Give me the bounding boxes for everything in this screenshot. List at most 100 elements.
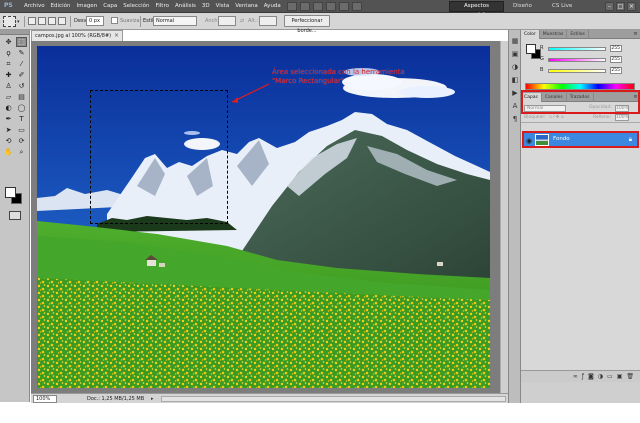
marquee-icon[interactable]: ⬚ bbox=[16, 37, 27, 47]
opacity-input[interactable]: 100% bbox=[615, 105, 629, 112]
paragraph-icon[interactable]: ¶ bbox=[510, 114, 520, 124]
brush-icon[interactable]: ✐ bbox=[16, 70, 27, 80]
tab-color[interactable]: Color bbox=[521, 30, 540, 39]
menu-ayuda[interactable]: Ayuda bbox=[261, 0, 284, 13]
lasso-icon[interactable]: ϙ bbox=[3, 48, 14, 58]
intersect-selection-icon[interactable] bbox=[58, 17, 66, 25]
swap-icon[interactable]: ⇄ bbox=[240, 17, 244, 25]
delete-layer-icon[interactable]: 🗑︎ bbox=[626, 373, 634, 381]
chevron-down-icon[interactable]: ▾ bbox=[17, 19, 20, 25]
adjustment-layer-icon[interactable]: ◑ bbox=[598, 373, 603, 381]
green-slider[interactable] bbox=[548, 58, 606, 62]
status-menu-icon[interactable]: ▸ bbox=[151, 395, 154, 403]
anti-alias-checkbox[interactable] bbox=[111, 17, 118, 24]
blue-slider[interactable] bbox=[548, 69, 606, 73]
3d-camera-icon[interactable]: ⟳ bbox=[16, 136, 27, 146]
menu-capa[interactable]: Capa bbox=[100, 0, 120, 13]
bridge-icon[interactable] bbox=[287, 2, 297, 11]
subtract-selection-icon[interactable] bbox=[48, 17, 56, 25]
width-input[interactable] bbox=[218, 16, 236, 26]
fill-input[interactable]: 100% bbox=[615, 114, 629, 121]
menu-edicion[interactable]: Edición bbox=[48, 0, 74, 13]
menu-imagen[interactable]: Imagen bbox=[73, 0, 100, 13]
horizontal-scrollbar[interactable] bbox=[161, 396, 506, 402]
minimize-icon[interactable]: – bbox=[605, 2, 614, 11]
height-input[interactable] bbox=[259, 16, 277, 26]
mini-bridge-icon[interactable] bbox=[300, 2, 310, 11]
layer-row-fondo[interactable]: ◉ Fondo 🔒︎ bbox=[522, 131, 639, 148]
red-slider[interactable] bbox=[548, 47, 606, 51]
close-icon[interactable]: × bbox=[627, 2, 636, 11]
cs-live-button[interactable]: CS Live bbox=[552, 0, 572, 13]
masks-icon[interactable]: ◧ bbox=[510, 75, 520, 85]
dodge-icon[interactable]: ◯ bbox=[16, 103, 27, 113]
history-brush-icon[interactable]: ↺ bbox=[16, 81, 27, 91]
quick-mask-icon[interactable] bbox=[9, 211, 21, 220]
healing-icon[interactable]: ✚ bbox=[3, 70, 14, 80]
workspace-essentials-button[interactable]: Aspectos esenciales bbox=[449, 1, 504, 18]
tab-layers[interactable]: Capas bbox=[521, 93, 542, 102]
type-icon[interactable]: T bbox=[16, 114, 27, 124]
tab-styles[interactable]: Estilos bbox=[567, 30, 589, 39]
pen-icon[interactable]: ✒ bbox=[3, 114, 14, 124]
menu-archivo[interactable]: Archivo bbox=[21, 0, 48, 13]
menu-3d[interactable]: 3D bbox=[199, 0, 213, 13]
color-spectrum-bar[interactable] bbox=[525, 83, 635, 90]
zoom-level-field[interactable]: 100% bbox=[33, 395, 57, 403]
tab-paths[interactable]: Trazados bbox=[567, 93, 594, 102]
panel-menu-icon[interactable]: ≡ bbox=[631, 93, 640, 101]
tab-channels[interactable]: Canales bbox=[542, 93, 567, 102]
new-layer-icon[interactable]: ▣ bbox=[617, 373, 623, 381]
vertical-scrollbar[interactable] bbox=[500, 41, 508, 393]
character-icon[interactable]: A bbox=[510, 101, 520, 111]
zoom-level-icon[interactable] bbox=[313, 2, 323, 11]
refine-edge-button[interactable]: Perfeccionar borde... bbox=[284, 15, 330, 34]
tab-swatches[interactable]: Muestras bbox=[540, 30, 568, 39]
hand-icon[interactable]: ✋ bbox=[3, 147, 14, 157]
photo-canvas[interactable]: Área seleccionada con la herramienta "Ma… bbox=[37, 46, 490, 388]
close-icon[interactable]: × bbox=[114, 31, 119, 41]
blue-value[interactable]: 255 bbox=[610, 67, 622, 74]
gradient-icon[interactable]: ▤ bbox=[16, 92, 27, 102]
menu-seleccion[interactable]: Selección bbox=[120, 0, 152, 13]
layer-style-icon[interactable]: ƒ bbox=[582, 373, 584, 381]
quick-select-icon[interactable]: ✎ bbox=[16, 48, 27, 58]
move-icon[interactable]: ✥ bbox=[3, 37, 14, 47]
blur-icon[interactable]: ◐ bbox=[3, 103, 14, 113]
new-group-icon[interactable]: ▭ bbox=[607, 373, 613, 381]
crop-icon[interactable]: ⌗ bbox=[3, 59, 14, 69]
panel-menu-icon[interactable]: ≡ bbox=[631, 30, 640, 38]
maximize-icon[interactable]: □ bbox=[616, 2, 625, 11]
green-value[interactable]: 255 bbox=[610, 56, 622, 63]
adjustments-icon[interactable]: ◑ bbox=[510, 62, 520, 72]
eye-icon[interactable]: ◉ bbox=[526, 137, 532, 145]
arrange-documents-icon[interactable] bbox=[339, 2, 349, 11]
foreground-color-swatch[interactable] bbox=[526, 44, 536, 54]
menu-vista[interactable]: Vista bbox=[213, 0, 233, 13]
new-selection-icon[interactable] bbox=[28, 17, 36, 25]
document-tab[interactable]: campos.jpg al 100% (RGB/8#) × bbox=[31, 30, 123, 41]
marquee-tool-preset-icon[interactable] bbox=[3, 16, 16, 27]
shape-icon[interactable]: ▭ bbox=[16, 125, 27, 135]
add-selection-icon[interactable] bbox=[38, 17, 46, 25]
workspace-design-link[interactable]: Diseño bbox=[513, 0, 532, 13]
zoom-icon[interactable]: ⌕ bbox=[16, 147, 27, 157]
history-icon[interactable]: ▦ bbox=[510, 36, 520, 46]
eyedropper-icon[interactable]: ⁄ bbox=[16, 59, 27, 69]
canvas-area[interactable]: Área seleccionada con la herramienta "Ma… bbox=[31, 41, 500, 393]
blend-mode-select[interactable]: Normal bbox=[524, 105, 566, 112]
eraser-icon[interactable]: ▱ bbox=[3, 92, 14, 102]
layer-mask-icon[interactable]: ◙ bbox=[588, 373, 594, 381]
actions-icon[interactable]: ▶ bbox=[510, 88, 520, 98]
screen-mode-icon[interactable] bbox=[352, 2, 362, 11]
menu-analisis[interactable]: Análisis bbox=[172, 0, 199, 13]
3d-rotate-icon[interactable]: ⟲ bbox=[3, 136, 14, 146]
link-layers-icon[interactable]: ∞ bbox=[573, 373, 578, 381]
clone-stamp-icon[interactable]: ♙ bbox=[3, 81, 14, 91]
red-value[interactable]: 255 bbox=[610, 45, 622, 52]
menu-filtro[interactable]: Filtro bbox=[152, 0, 171, 13]
properties-icon[interactable]: ▣ bbox=[510, 49, 520, 59]
feather-input[interactable]: 0 px bbox=[86, 16, 104, 26]
path-select-icon[interactable]: ➤ bbox=[3, 125, 14, 135]
foreground-color-swatch[interactable] bbox=[5, 187, 16, 198]
